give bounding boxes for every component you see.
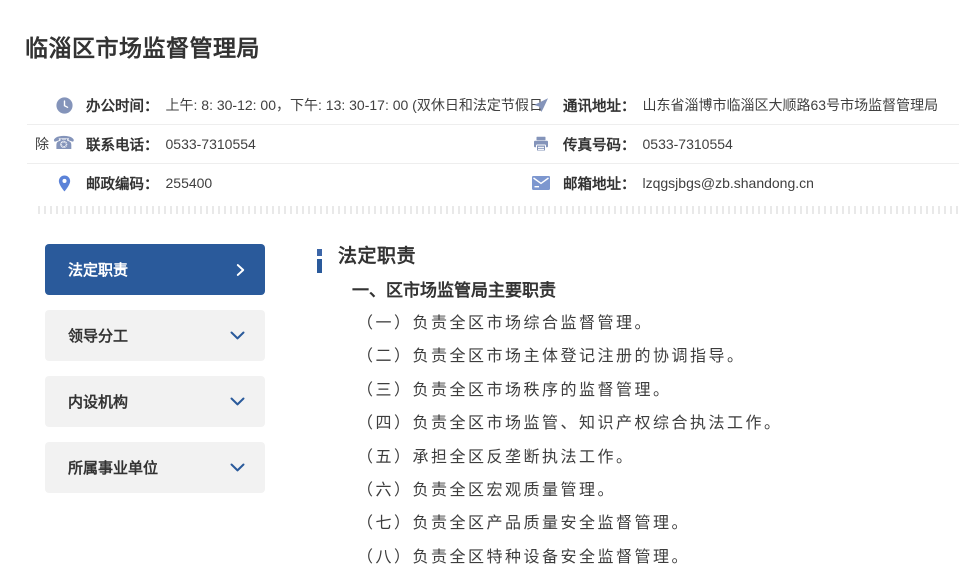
chevron-down-icon	[230, 331, 245, 340]
sidebar-item-leadership-division[interactable]: 领导分工	[45, 310, 265, 361]
duty-list-item: （八）负责全区特种设备安全监督管理。	[357, 540, 959, 573]
email-cell: 邮箱地址： lzqgsjbgs@zb.shandong.cn	[532, 173, 959, 194]
content-heading: 法定职责	[338, 243, 959, 270]
sidebar-item-label: 内设机构	[68, 391, 128, 412]
duty-list-item: （七）负责全区产品质量安全监督管理。	[357, 506, 959, 539]
address-value: 山东省淄博市临淄区大顺路63号市场监督管理局	[643, 95, 939, 115]
dashed-divider	[38, 206, 958, 214]
office-hours-cell: 办公时间： 上午: 8: 30-12: 00，下午: 13: 30-17: 00…	[27, 95, 532, 116]
postal-code-value: 255400	[166, 175, 213, 191]
fax-label: 传真号码：	[563, 134, 636, 155]
sidebar-item-label: 法定职责	[68, 259, 128, 280]
chevron-down-icon	[230, 463, 245, 472]
main-content: 法定职责 一、区市场监管局主要职责 （一）负责全区市场综合监督管理。 （二）负责…	[317, 243, 959, 573]
phone-label: 联系电话：	[86, 134, 159, 155]
duty-list-item: （六）负责全区宏观质量管理。	[357, 473, 959, 506]
heading-marker-bar	[317, 249, 322, 273]
phone-value: 0533-7310554	[166, 136, 256, 152]
map-pin-icon	[55, 174, 73, 192]
sidebar-item-label: 领导分工	[68, 325, 128, 346]
sidebar-item-label: 所属事业单位	[68, 457, 158, 478]
postal-code-cell: 邮政编码： 255400	[27, 173, 532, 194]
email-value: lzqgsjbgs@zb.shandong.cn	[643, 175, 814, 191]
address-label: 通讯地址：	[563, 95, 636, 116]
duty-list-item: （二）负责全区市场主体登记注册的协调指导。	[357, 339, 959, 372]
contact-row: 邮政编码： 255400 邮箱地址： lzqgsjbgs@zb.shandong…	[27, 164, 959, 202]
sidebar-item-affiliated-institutions[interactable]: 所属事业单位	[45, 442, 265, 493]
section-title: 一、区市场监管局主要职责	[352, 279, 959, 302]
email-label: 邮箱地址：	[563, 173, 636, 194]
sidebar-nav: 法定职责 领导分工 内设机构 所属事业单位	[45, 244, 265, 508]
duty-list-item: （四）负责全区市场监管、知识产权综合执法工作。	[357, 406, 959, 439]
address-cell: 通讯地址： 山东省淄博市临淄区大顺路63号市场监督管理局	[532, 95, 959, 116]
office-hours-overflow-text: 除	[35, 134, 49, 154]
office-hours-value: 上午: 8: 30-12: 00，下午: 13: 30-17: 00 (双休日和…	[166, 95, 543, 115]
fax-value: 0533-7310554	[643, 136, 733, 152]
contact-row: 除 ☎ 联系电话： 0533-7310554 传真号码： 0533-731055…	[27, 125, 959, 164]
postal-code-label: 邮政编码：	[86, 173, 159, 194]
page-title: 临淄区市场监督管理局	[25, 29, 260, 63]
duty-list-item: （五）承担全区反垄断执法工作。	[357, 440, 959, 473]
chevron-down-icon	[230, 397, 245, 406]
printer-icon	[532, 135, 550, 153]
phone-cell: 除 ☎ 联系电话： 0533-7310554	[27, 134, 532, 155]
clock-icon	[55, 96, 73, 114]
contact-row: 办公时间： 上午: 8: 30-12: 00，下午: 13: 30-17: 00…	[27, 86, 959, 125]
envelope-icon	[532, 174, 550, 192]
duty-list-item: （一）负责全区市场综合监督管理。	[357, 306, 959, 339]
office-hours-label: 办公时间：	[86, 95, 159, 116]
phone-icon: ☎	[55, 135, 73, 153]
sidebar-item-internal-departments[interactable]: 内设机构	[45, 376, 265, 427]
duty-list-item: （三）负责全区市场秩序的监督管理。	[357, 373, 959, 406]
duty-list: （一）负责全区市场综合监督管理。 （二）负责全区市场主体登记注册的协调指导。 （…	[357, 306, 959, 573]
contact-info-block: 办公时间： 上午: 8: 30-12: 00，下午: 13: 30-17: 00…	[27, 86, 959, 202]
sidebar-item-legal-duties[interactable]: 法定职责	[45, 244, 265, 295]
fax-cell: 传真号码： 0533-7310554	[532, 134, 959, 155]
send-plane-icon	[532, 96, 550, 114]
chevron-right-icon	[236, 263, 245, 277]
